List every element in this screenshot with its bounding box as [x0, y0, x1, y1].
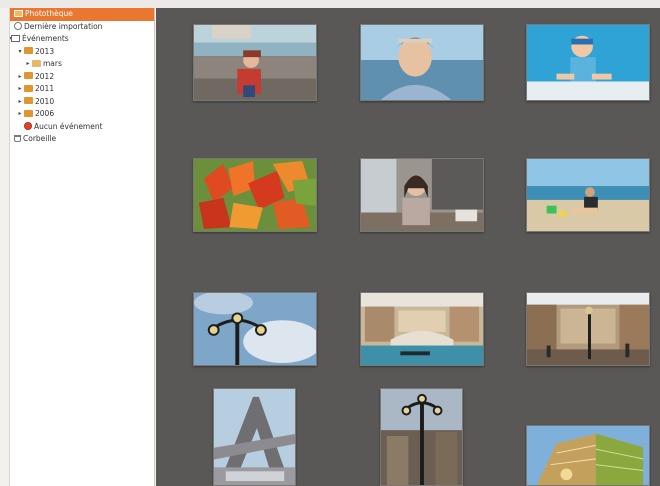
venetian-canal-mall-photo[interactable]	[360, 292, 484, 366]
sidebar-item-label: 2006	[35, 109, 55, 118]
sidebar-item-2013[interactable]: ▾ 2013	[10, 46, 154, 59]
child-in-pool-photo[interactable]	[526, 24, 650, 101]
photo-image	[527, 293, 649, 365]
child-on-sand-beach-photo[interactable]	[526, 158, 650, 232]
photo-image	[194, 293, 316, 365]
sidebar-item-label: 2013	[35, 46, 55, 56]
folder-icon	[32, 59, 41, 67]
sidebar: Photothèque Dernière importation ▾Événem…	[9, 8, 155, 486]
photo-image	[194, 159, 316, 231]
sidebar-item-label: 2010	[35, 96, 55, 106]
modern-building-photo[interactable]	[526, 425, 650, 486]
sidebar-item-expander[interactable]: ▸	[16, 71, 24, 84]
photo-image	[527, 426, 649, 485]
sidebar-item-2011[interactable]: ▸ 2011	[10, 83, 154, 96]
woman-indoors-photo[interactable]	[360, 158, 484, 232]
folder-icon	[24, 47, 33, 54]
no-event-icon	[24, 121, 32, 130]
sidebar-item-label: Dernière importation	[24, 21, 103, 31]
sidebar-item-last-import[interactable]: Dernière importation	[10, 21, 154, 34]
sidebar-item-label: 2011	[35, 84, 55, 93]
sidebar-item-label: mars	[43, 59, 62, 68]
girl-on-pebble-beach-photo[interactable]	[193, 24, 317, 101]
photo-image	[361, 159, 483, 231]
photo-image	[527, 159, 649, 231]
sidebar-item-2012[interactable]: ▸ 2012	[10, 71, 154, 84]
sidebar-item-expander[interactable]: ▸	[24, 58, 32, 71]
photo-image	[194, 25, 316, 100]
folder-icon	[24, 84, 33, 92]
photo-image	[214, 389, 295, 485]
folder-icon	[24, 72, 33, 79]
sidebar-item-expander[interactable]: ▸	[16, 108, 24, 121]
library-icon	[14, 9, 23, 17]
sidebar-item-2006[interactable]: ▸ 2006	[10, 108, 154, 121]
photo-image	[527, 25, 649, 100]
trash-icon	[14, 134, 21, 142]
calendar-icon	[11, 34, 20, 42]
sidebar-item-expander[interactable]: ▸	[16, 83, 24, 96]
venetian-square-photo[interactable]	[526, 292, 650, 366]
sidebar-item-label: Événements	[22, 34, 69, 43]
street-lamp-sky-photo[interactable]	[193, 292, 317, 366]
sidebar-item-trash[interactable]: Corbeille	[10, 133, 154, 146]
sidebar-item-events[interactable]: ▾Événements	[10, 33, 154, 46]
sidebar-item-label: Photothèque	[25, 9, 73, 18]
autumn-leaves-photo[interactable]	[193, 158, 317, 232]
sidebar-item-mars[interactable]: ▸ mars	[10, 58, 154, 71]
sidebar-item-label: 2012	[35, 71, 55, 81]
sidebar-item-expander[interactable]: ▸	[16, 96, 24, 109]
sidebar-item-2010[interactable]: ▸ 2010	[10, 96, 154, 109]
photo-image	[361, 293, 483, 365]
photo-image	[361, 25, 483, 100]
photo-image	[381, 389, 462, 485]
smiling-woman-sea-photo[interactable]	[360, 24, 484, 101]
lamp-post-tower-photo[interactable]	[380, 388, 463, 486]
photo-grid	[156, 8, 660, 486]
clock-icon	[14, 21, 22, 30]
eiffel-replica-photo[interactable]	[213, 388, 296, 486]
folder-icon	[24, 109, 33, 117]
sidebar-item-label: Corbeille	[23, 134, 57, 143]
folder-icon	[24, 97, 33, 104]
sidebar-item-expander[interactable]: ▾	[16, 46, 24, 59]
sidebar-item-label: Aucun événement	[34, 121, 103, 131]
sidebar-item-library[interactable]: Photothèque	[10, 8, 154, 21]
window-top-strip	[0, 0, 660, 8]
sidebar-item-no-event[interactable]: Aucun événement	[10, 121, 154, 134]
